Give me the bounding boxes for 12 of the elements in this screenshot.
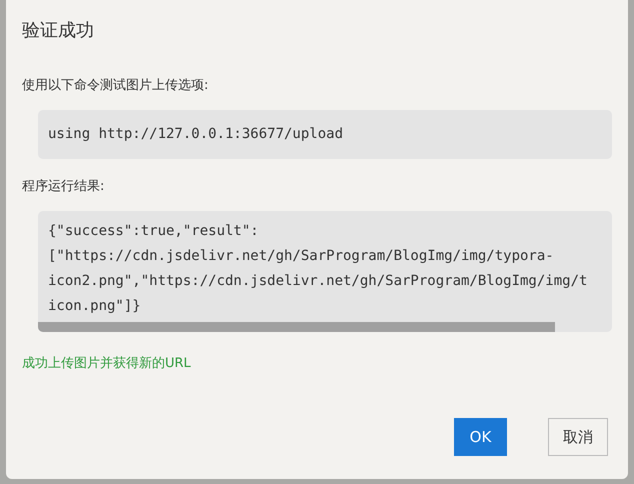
ok-button[interactable]: OK [454,418,507,456]
scrollbar-thumb[interactable] [38,322,555,332]
success-message: 成功上传图片并获得新的URL [22,355,192,372]
code-line: ["https://cdn.jsdelivr.net/gh/SarProgram/BlogImg/img/typora- [48,247,555,266]
command-label: 使用以下命令测试图片上传选项: [22,77,210,94]
command-code-block: using http://127.0.0.1:36677/upload [38,110,612,159]
dialog-title: 验证成功 [22,19,95,42]
code-line: icon2.png","https://cdn.jsdelivr.net/gh/SarProgram/BlogImg/img/t [48,272,588,291]
code-line: icon.png"]} [48,297,142,316]
cancel-button[interactable]: 取消 [548,418,608,456]
code-line: {"success":true,"result": [48,222,260,241]
result-label: 程序运行结果: [22,178,106,195]
